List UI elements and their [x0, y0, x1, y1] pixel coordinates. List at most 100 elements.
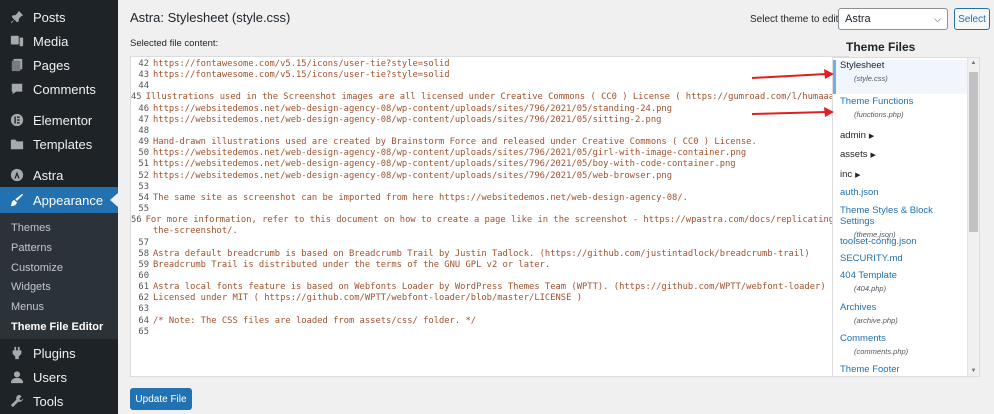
submenu-widgets[interactable]: Widgets: [11, 281, 51, 293]
code-line: 64 /* Note: The CSS files are loaded from…: [131, 316, 833, 327]
scroll-up-icon[interactable]: ▲: [968, 58, 979, 68]
folder-assets[interactable]: assets ▶: [840, 149, 876, 160]
file-name: toolset-config.json: [840, 236, 917, 247]
line-number: 58: [138, 248, 149, 259]
file-path: (archive.php): [854, 316, 898, 325]
code-line: 47 https://websitedemos.net/web-design-ag…: [131, 115, 833, 126]
menu-comments[interactable]: Comments: [0, 76, 118, 102]
line-text: The same site as screenshot can be impor…: [153, 192, 688, 203]
line-text: Astra local fonts feature is based on We…: [153, 282, 826, 293]
submenu-menus[interactable]: Menus: [11, 301, 44, 313]
file-name: Comments: [840, 333, 886, 344]
line-number: 57: [138, 237, 149, 248]
file-archives[interactable]: Archives (archive.php): [833, 302, 967, 325]
menu-users[interactable]: Users: [0, 364, 118, 390]
menu-elementor[interactable]: Elementor: [0, 107, 118, 133]
menu-pages[interactable]: Pages: [0, 52, 118, 78]
code-line: 45 Illustrations used in the Screenshot i…: [131, 92, 845, 103]
folder-name: admin: [840, 130, 866, 141]
file-name: auth.json: [840, 187, 879, 198]
main-content: Astra: Stylesheet (style.css) Selected f…: [118, 0, 994, 414]
folder-admin[interactable]: admin ▶: [840, 130, 874, 141]
code-line: 59 Breadcrumb Trail is distributed under …: [131, 260, 833, 271]
expand-triangle-icon: ▶: [855, 172, 861, 179]
code-line: 62 Licensed under MIT ( https://github.co…: [131, 293, 833, 304]
menu-posts[interactable]: Posts: [0, 4, 118, 30]
line-number: 50: [138, 148, 149, 159]
menu-appearance[interactable]: Appearance: [0, 187, 118, 213]
code-line: 52 https://websitedemos.net/web-design-ag…: [131, 171, 833, 182]
menu-media[interactable]: Media: [0, 28, 118, 54]
theme-files-list: Stylesheet (style.css) Theme Functions (…: [832, 57, 980, 377]
line-number: 55: [138, 204, 149, 215]
file-name: Theme Functions: [840, 96, 914, 107]
menu-astra[interactable]: Astra: [0, 162, 118, 188]
code-line: 51 https://websitedemos.net/web-design-ag…: [131, 159, 833, 170]
line-number: 44: [138, 81, 149, 92]
file-name: Theme Styles & Block Settings: [840, 205, 933, 227]
line-text: Breadcrumb Trail is distributed under th…: [153, 259, 551, 270]
file-toolset-config[interactable]: toolset-config.json: [833, 236, 967, 247]
file-404-template[interactable]: 404 Template (404.php): [833, 270, 967, 293]
files-scrollbar[interactable]: ▲ ▼: [967, 58, 979, 376]
menu-label: Tools: [33, 393, 64, 409]
file-theme-functions[interactable]: Theme Functions (functions.php): [833, 96, 967, 119]
menu-label: Posts: [33, 9, 66, 25]
file-theme-json[interactable]: Theme Styles & Block Settings (theme.jso…: [833, 205, 967, 239]
line-text: Astra default breadcrumb is based on Bre…: [153, 248, 810, 259]
files-scroll-thumb[interactable]: [969, 72, 978, 232]
scroll-down-icon[interactable]: ▼: [968, 366, 979, 376]
line-number: 56: [131, 215, 142, 226]
theme-files-heading: Theme Files: [846, 40, 916, 54]
menu-label: Astra: [33, 167, 64, 183]
code-lines: 42 https://fontawesome.com/v5.15/icons/us…: [131, 57, 845, 376]
code-line: 61 Astra local fonts feature is based on …: [131, 282, 833, 293]
line-text: https://websitedemos.net/web-design-agen…: [153, 148, 747, 159]
wrench-icon: [10, 394, 24, 408]
expand-triangle-icon: ▶: [870, 152, 876, 159]
code-line: 57: [131, 238, 833, 249]
menu-tools[interactable]: Tools: [0, 388, 118, 414]
code-line: 56 For more information, refer to this do…: [131, 215, 839, 226]
folder-name: inc: [840, 169, 853, 180]
submenu-patterns[interactable]: Patterns: [11, 242, 52, 254]
file-name: SECURITY.md: [840, 253, 903, 264]
file-comments[interactable]: Comments (comments.php): [833, 333, 967, 356]
line-number: 62: [138, 293, 149, 304]
code-line: 65: [131, 327, 833, 338]
submenu-theme-file-editor[interactable]: Theme File Editor: [11, 321, 103, 333]
code-line: 50 https://websitedemos.net/web-design-ag…: [131, 148, 833, 159]
line-number: 48: [138, 125, 149, 136]
line-text: Illustrations used in the Screenshot ima…: [145, 92, 849, 103]
code-line: 46 https://websitedemos.net/web-design-ag…: [131, 104, 833, 115]
line-text: For more information, refer to this docu…: [145, 215, 840, 226]
file-stylesheet[interactable]: Stylesheet (style.css): [833, 60, 967, 94]
code-line: 49 Hand-drawn illustrations used are crea…: [131, 137, 833, 148]
submenu-customize[interactable]: Customize: [11, 262, 63, 274]
submenu-themes[interactable]: Themes: [11, 222, 51, 234]
code-line: 63: [131, 304, 833, 315]
menu-label: Users: [33, 369, 67, 385]
code-line: 54 The same site as screenshot can be imp…: [131, 193, 833, 204]
line-number: 61: [138, 282, 149, 293]
file-theme-footer[interactable]: Theme Footer: [833, 364, 967, 375]
file-path: (comments.php): [854, 347, 909, 356]
menu-plugins[interactable]: Plugins: [0, 340, 118, 366]
file-name: 404 Template: [840, 270, 897, 281]
line-text: https://websitedemos.net/web-design-agen…: [153, 114, 662, 125]
users-icon: [10, 370, 24, 384]
select-theme-button[interactable]: Select: [954, 8, 990, 30]
comments-icon: [10, 82, 24, 96]
menu-templates[interactable]: Templates: [0, 131, 118, 157]
update-file-button[interactable]: Update File: [130, 388, 192, 410]
code-editor[interactable]: 42 https://fontawesome.com/v5.15/icons/us…: [130, 56, 849, 377]
file-security[interactable]: SECURITY.md: [833, 253, 967, 264]
expand-triangle-icon: ▶: [868, 133, 875, 140]
chevron-down-icon: ⌵: [934, 13, 941, 24]
file-auth-json[interactable]: auth.json: [833, 187, 967, 198]
theme-select[interactable]: Astra ⌵: [838, 8, 948, 30]
folder-inc[interactable]: inc ▶: [840, 169, 861, 180]
menu-label: Comments: [33, 81, 96, 97]
line-number: 52: [138, 170, 149, 181]
code-line: 43 https://fontawesome.com/v5.15/icons/us…: [131, 70, 833, 81]
